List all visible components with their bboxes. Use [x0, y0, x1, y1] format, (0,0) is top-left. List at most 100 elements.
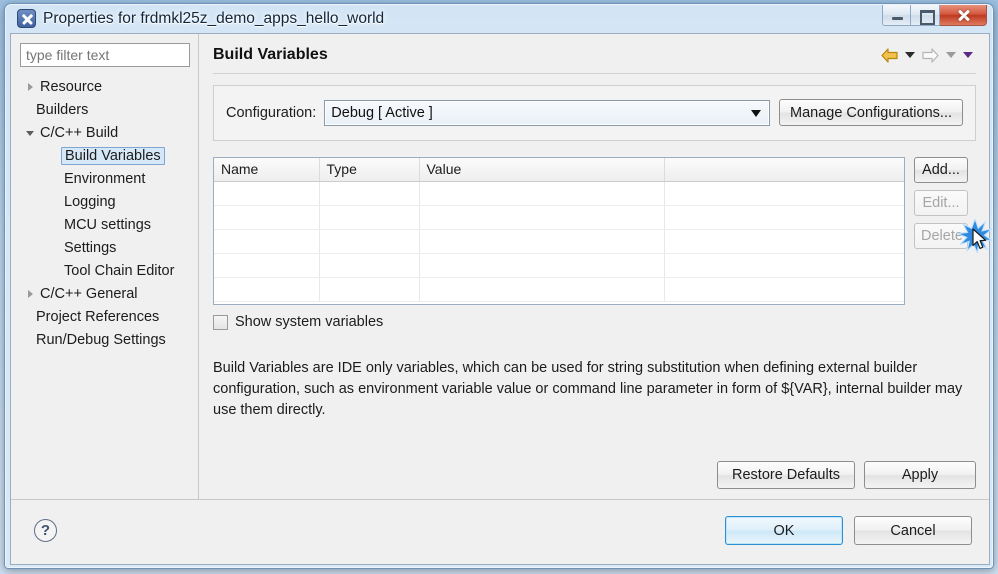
configuration-label: Configuration:: [226, 105, 316, 121]
table-cell: [319, 205, 419, 229]
help-icon[interactable]: ?: [34, 519, 57, 542]
table-column-header[interactable]: Name: [214, 158, 319, 181]
sidebar-item-build-variables[interactable]: Build Variables: [20, 144, 198, 167]
table-action-buttons: Add... Edit... Delete: [914, 157, 968, 249]
sidebar-item-label: Tool Chain Editor: [62, 263, 176, 279]
sidebar-item-mcu-settings[interactable]: MCU settings: [20, 213, 198, 236]
sidebar-item-c-c-general[interactable]: C/C++ General: [20, 282, 198, 305]
build-variables-table-area: NameTypeValue Add... Edit... Delete: [213, 157, 976, 305]
build-variables-table[interactable]: NameTypeValue: [213, 157, 905, 305]
chevron-down-icon[interactable]: [22, 129, 38, 136]
show-system-variables-row[interactable]: Show system variables: [213, 314, 976, 330]
sidebar-item-project-references[interactable]: Project References: [20, 305, 198, 328]
show-system-variables-checkbox[interactable]: [213, 315, 228, 330]
back-arrow-icon[interactable]: [881, 48, 898, 63]
sidebar-item-label: MCU settings: [62, 217, 153, 233]
window-title: Properties for frdmkl25z_demo_apps_hello…: [43, 10, 384, 28]
filter-input[interactable]: [20, 43, 190, 67]
page-nav-icons: [881, 48, 976, 63]
table-column-header[interactable]: [664, 158, 904, 181]
table-cell: [214, 229, 319, 253]
apply-button[interactable]: Apply: [864, 461, 976, 489]
delete-button: Delete: [914, 223, 968, 249]
window-controls: [882, 5, 987, 26]
table-row[interactable]: [214, 253, 904, 277]
page-title: Build Variables: [213, 46, 328, 64]
view-menu-chevron-down-icon[interactable]: [963, 52, 973, 58]
table-body: [214, 181, 904, 301]
sidebar-item-label: C/C++ General: [38, 286, 140, 302]
configuration-group: Configuration: Debug [ Active ] Manage C…: [213, 85, 976, 141]
table-cell: [664, 205, 904, 229]
sidebar-item-label: Project References: [34, 309, 161, 325]
sidebar-item-logging[interactable]: Logging: [20, 190, 198, 213]
table-cell: [214, 277, 319, 301]
table-column-header[interactable]: Type: [319, 158, 419, 181]
settings-tree: Resource Builders C/C++ Build Build Variabl…: [20, 75, 198, 351]
forward-chevron-down-icon: [946, 52, 956, 58]
table-row[interactable]: [214, 181, 904, 205]
sidebar-item-c-c-build[interactable]: C/C++ Build: [20, 121, 198, 144]
sidebar-item-label: Run/Debug Settings: [34, 332, 168, 348]
table-cell: [214, 181, 319, 205]
sidebar-item-label: Logging: [62, 194, 118, 210]
table-cell: [419, 181, 664, 205]
configuration-dropdown[interactable]: Debug [ Active ]: [324, 100, 770, 126]
table-cell: [319, 181, 419, 205]
add-button[interactable]: Add...: [914, 157, 968, 183]
table-header-row: NameTypeValue: [214, 158, 904, 181]
show-system-variables-label: Show system variables: [235, 314, 383, 330]
forward-arrow-icon: [922, 48, 939, 63]
page-content: Build Variables: [200, 34, 989, 500]
table-column-header[interactable]: Value: [419, 158, 664, 181]
page-action-buttons: Restore Defaults Apply: [717, 461, 976, 489]
dialog-footer-buttons: OK Cancel: [725, 516, 972, 545]
cancel-button[interactable]: Cancel: [854, 516, 972, 545]
sidebar-item-builders[interactable]: Builders: [20, 98, 198, 121]
restore-defaults-button[interactable]: Restore Defaults: [717, 461, 855, 489]
sidebar-item-label: Build Variables: [61, 147, 165, 165]
table-cell: [419, 253, 664, 277]
properties-dialog-window: Properties for frdmkl25z_demo_apps_hello…: [4, 3, 994, 569]
table-cell: [319, 253, 419, 277]
sidebar-item-environment[interactable]: Environment: [20, 167, 198, 190]
sidebar-item-run-debug-settings[interactable]: Run/Debug Settings: [20, 328, 198, 351]
sidebar-item-tool-chain-editor[interactable]: Tool Chain Editor: [20, 259, 198, 282]
chevron-right-icon[interactable]: [22, 83, 38, 91]
table-cell: [214, 253, 319, 277]
chevron-right-icon[interactable]: [22, 290, 38, 298]
table-cell: [664, 181, 904, 205]
window-titlebar: Properties for frdmkl25z_demo_apps_hello…: [9, 4, 989, 33]
table-cell: [319, 277, 419, 301]
app-x-icon: [17, 9, 36, 28]
dialog-footer: ? OK Cancel: [11, 499, 989, 564]
edit-button: Edit...: [914, 190, 968, 216]
sidebar-item-resource[interactable]: Resource: [20, 75, 198, 98]
table-cell: [419, 277, 664, 301]
table-cell: [419, 205, 664, 229]
table-row[interactable]: [214, 205, 904, 229]
table-cell: [664, 253, 904, 277]
sidebar-item-label: Resource: [38, 79, 104, 95]
table-cell: [319, 229, 419, 253]
sidebar-item-settings[interactable]: Settings: [20, 236, 198, 259]
table-cell: [419, 229, 664, 253]
table-cell: [214, 205, 319, 229]
dialog-client-area: Resource Builders C/C++ Build Build Variabl…: [10, 33, 990, 565]
sidebar-item-label: Builders: [34, 102, 90, 118]
table-row[interactable]: [214, 277, 904, 301]
page-header: Build Variables: [213, 46, 976, 74]
close-icon[interactable]: [940, 5, 987, 26]
ok-button[interactable]: OK: [725, 516, 843, 545]
page-description: Build Variables are IDE only variables, …: [213, 358, 983, 421]
sidebar-item-label: Settings: [62, 240, 118, 256]
sidebar-item-label: C/C++ Build: [38, 125, 120, 141]
chevron-down-icon: [751, 110, 761, 117]
table-row[interactable]: [214, 229, 904, 253]
sidebar-item-label: Environment: [62, 171, 147, 187]
restore-icon[interactable]: [911, 5, 940, 26]
manage-configurations-button[interactable]: Manage Configurations...: [779, 99, 963, 126]
settings-tree-pane: Resource Builders C/C++ Build Build Variabl…: [11, 34, 199, 500]
minimize-icon[interactable]: [882, 5, 911, 26]
back-chevron-down-icon[interactable]: [905, 52, 915, 58]
